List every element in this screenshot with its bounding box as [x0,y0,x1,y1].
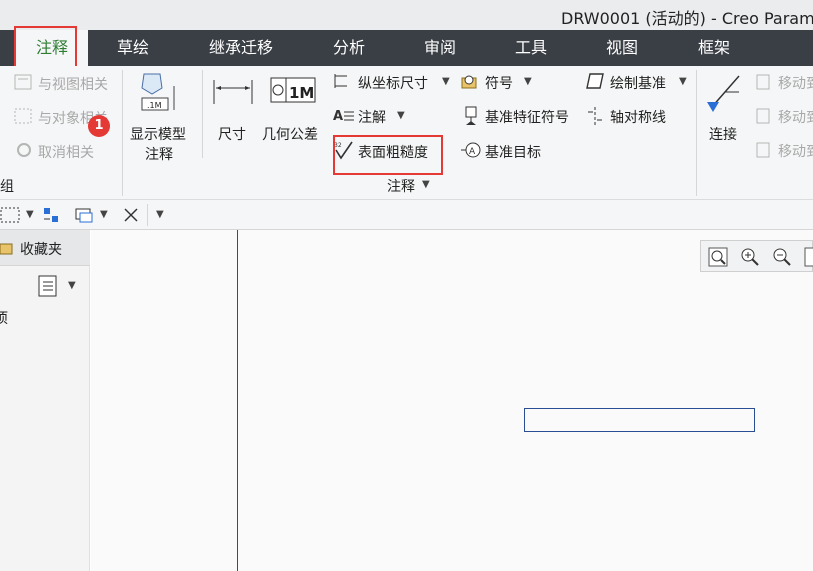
window-title: DRW0001 (活动的) - Creo Param [561,9,813,28]
app-window: DRW0001 (活动的) - Creo Param 注释 草绘 继承迁移 分析… [0,0,813,571]
move-to-icon [755,141,773,163]
show-model-annotation-icon: .1M [138,72,182,116]
tab-analysis[interactable]: 分析 [318,30,380,66]
gtol-button[interactable]: 几何公差 [262,124,318,144]
tab-view[interactable]: 视图 [591,30,653,66]
view-controls [700,240,813,272]
gtol-icon: 1M [270,76,316,110]
symbol-icon [460,72,482,94]
move-to-button-2[interactable]: 移动到 [778,107,813,127]
graphics-toolbar: ▼ ▼ ▼ [0,200,813,230]
annotate-group-label: 注释 [387,179,415,195]
datum-feature-symbol-button[interactable]: 基准特征符号 [485,107,569,127]
tab-legacy-migration[interactable]: 继承迁移 [196,30,286,66]
svg-text:A: A [469,147,476,157]
group-label-left: 组 [0,179,14,195]
favorites-label[interactable]: 收藏夹 [20,239,62,259]
close-icon[interactable] [122,206,140,228]
layer-dropdown-icon[interactable]: ▼ [100,209,108,220]
tab-sketch[interactable]: 草绘 [102,30,164,66]
draw-datum-icon [585,72,605,94]
datum-feature-symbol-icon [462,106,480,130]
svg-text:.1M: .1M [147,101,162,110]
object-related-icon [14,108,32,128]
note-dropdown-icon[interactable]: ▼ [397,110,405,121]
show-model-annotation-line1[interactable]: 显示模型 [130,124,186,144]
layer-icon[interactable] [74,205,96,229]
note-button[interactable]: 注解 [358,107,386,127]
connect-button[interactable]: 连接 [709,124,737,144]
move-to-button-3[interactable]: 移动到 [778,141,813,161]
view-related-icon [14,74,32,94]
symbol-dropdown-icon[interactable]: ▼ [524,76,532,87]
repaint-icon[interactable] [803,246,813,268]
unrelate-icon [16,142,32,162]
surface-finish-highlight-box [333,135,443,175]
view-related-button[interactable]: 与视图相关 [38,74,108,94]
connect-icon [705,72,743,118]
symbol-button[interactable]: 符号 [485,73,513,93]
favorites-icon [0,241,14,260]
ribbon-separator [202,70,203,158]
ordinate-dimension-dropdown-icon[interactable]: ▼ [442,76,450,87]
datum-target-icon: A [460,141,482,163]
step-badge-1: 1 [88,115,110,137]
svg-text:A: A [333,109,343,124]
filter-icon[interactable] [42,205,64,229]
ribbon-separator [696,70,697,196]
drawing-canvas[interactable] [91,230,813,571]
show-model-annotation-line2[interactable]: 注释 [145,144,173,164]
ordinate-dimension-icon [333,72,353,94]
move-to-icon [755,73,773,95]
tab-review[interactable]: 审阅 [409,30,471,66]
ribbon: 与视图相关 与对象相关 取消相关 组 .1M 显示模型 注释 尺寸 1M 几何公… [0,66,813,200]
note-icon: A [333,106,355,128]
list-settings-dropdown-icon[interactable]: ▼ [68,280,76,291]
select-box-icon[interactable] [0,206,22,228]
ribbon-separator [122,70,123,196]
drawing-frame-rect [524,408,755,432]
sheet-border-line [237,230,238,571]
svg-text:1M: 1M [289,84,314,102]
list-settings-icon[interactable] [38,275,58,301]
move-to-icon [755,107,773,129]
ribbon-tab-bar: 注释 草绘 继承迁移 分析 审阅 工具 视图 框架 [0,30,813,66]
tab-frame[interactable]: 框架 [683,30,745,66]
draw-datum-dropdown-icon[interactable]: ▼ [679,76,687,87]
annotate-group-dropdown-icon[interactable]: ▼ [422,179,430,190]
tree-item[interactable]: 项 [0,308,8,328]
move-to-button-1[interactable]: 移动到 [778,73,813,93]
ordinate-dimension-button[interactable]: 纵坐标尺寸 [358,73,428,93]
dimension-button[interactable]: 尺寸 [218,124,246,144]
datum-target-button[interactable]: 基准目标 [485,142,541,162]
zoom-in-icon[interactable] [739,246,761,268]
toolbar-separator [147,204,148,226]
draw-datum-button[interactable]: 绘制基准 [610,73,666,93]
zoom-out-icon[interactable] [771,246,793,268]
zoom-fit-icon[interactable] [707,246,729,268]
axis-symmetry-button[interactable]: 轴对称线 [610,107,666,127]
tab-tools[interactable]: 工具 [500,30,562,66]
select-dropdown-icon[interactable]: ▼ [26,209,34,220]
dimension-icon [212,76,256,110]
title-bar: DRW0001 (活动的) - Creo Param [0,0,813,30]
unrelate-button[interactable]: 取消相关 [38,142,94,162]
panel-header: 收藏夹 [0,230,90,266]
toolbar-more-icon[interactable]: ▼ [156,209,164,220]
axis-symmetry-icon [586,106,604,130]
model-tree-panel: 收藏夹 ▼ 项 [0,230,90,571]
